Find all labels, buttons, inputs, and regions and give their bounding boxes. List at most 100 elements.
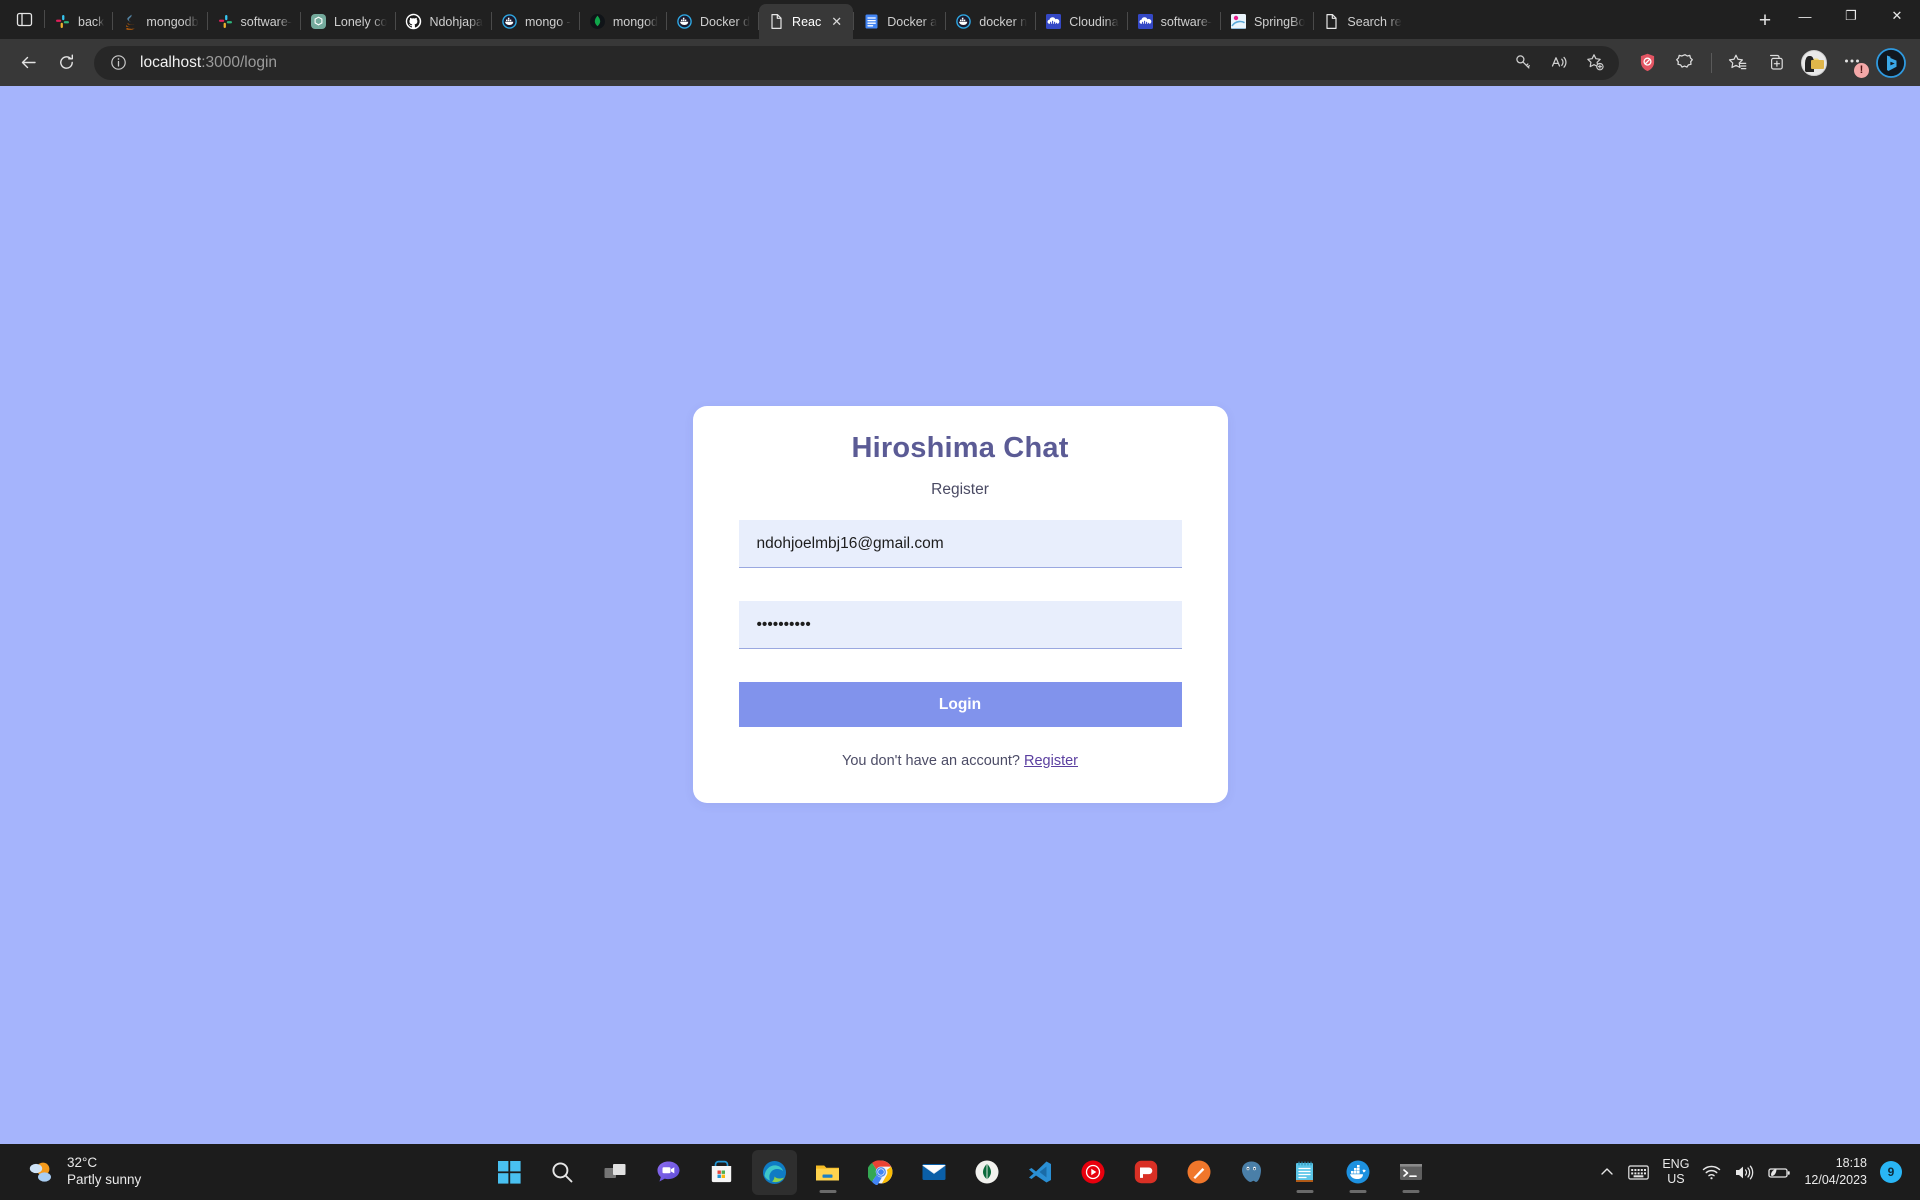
partly-sunny-icon xyxy=(29,1162,51,1182)
login-card: Hiroshima Chat Register Login You don't … xyxy=(692,406,1228,803)
collections-icon[interactable] xyxy=(1758,45,1794,81)
mongodb-compass-icon[interactable] xyxy=(964,1150,1009,1195)
docker-icon xyxy=(955,13,972,30)
shield-blocker-icon[interactable] xyxy=(1629,45,1665,81)
browser-tab[interactable]: software- xyxy=(208,4,300,39)
notification-badge[interactable]: 9 xyxy=(1880,1161,1902,1183)
file-explorer-icon[interactable] xyxy=(805,1150,850,1195)
login-button[interactable]: Login xyxy=(738,682,1182,727)
minimize-button[interactable]: — xyxy=(1782,0,1828,32)
close-window-button[interactable]: ✕ xyxy=(1874,0,1920,32)
taskbar-apps xyxy=(487,1149,1433,1195)
browser-tab[interactable]: docker n xyxy=(946,4,1035,39)
tab-title: mongodb xyxy=(146,14,199,29)
touch-keyboard-icon[interactable] xyxy=(1628,1164,1650,1181)
tab-title: Cloudina xyxy=(1069,14,1119,29)
register-prompt-text: You don't have an account? xyxy=(841,753,1025,769)
omnibox-actions xyxy=(1505,45,1613,81)
read-aloud-icon[interactable] xyxy=(1541,45,1577,81)
back-button[interactable] xyxy=(10,45,46,81)
browser-tab[interactable]: back xyxy=(45,4,112,39)
search-icon[interactable] xyxy=(540,1150,585,1195)
browser-tab[interactable]: mongod xyxy=(580,4,666,39)
browser-tab[interactable]: Search re xyxy=(1314,4,1409,39)
browser-tab[interactable]: software- xyxy=(1128,4,1220,39)
google-chrome-icon[interactable] xyxy=(858,1150,903,1195)
edge-browser-window: back mongodb software- Lonely co Ndohjapa mon… xyxy=(0,0,1920,1200)
browser-tab[interactable]: mongo - xyxy=(492,4,579,39)
postgresql-icon[interactable] xyxy=(1229,1150,1274,1195)
slack-icon xyxy=(54,13,71,30)
tab-title: Search re xyxy=(1347,14,1402,29)
start-button[interactable] xyxy=(487,1150,532,1195)
tab-actions-menu-button[interactable] xyxy=(4,0,44,39)
password-key-icon[interactable] xyxy=(1505,45,1541,81)
new-tab-button[interactable]: + xyxy=(1748,4,1782,38)
language-line1: ENG xyxy=(1662,1157,1690,1172)
mongodb-icon xyxy=(589,13,606,30)
tab-title: Ndohjapa xyxy=(429,14,483,29)
tab-title: Docker d xyxy=(700,14,751,29)
register-prompt: You don't have an account? Register xyxy=(739,753,1182,769)
volume-icon[interactable] xyxy=(1734,1164,1754,1181)
maximize-button[interactable]: ❐ xyxy=(1828,0,1874,32)
profile-avatar[interactable] xyxy=(1796,45,1832,81)
postman-icon[interactable] xyxy=(1123,1150,1168,1195)
refresh-button[interactable] xyxy=(48,45,84,81)
browser-tab[interactable]: mongodb xyxy=(113,4,206,39)
docker-desktop-icon[interactable] xyxy=(1335,1150,1380,1195)
cloudinary-icon xyxy=(1137,13,1154,30)
mail-icon[interactable] xyxy=(911,1150,956,1195)
page-viewport: Hiroshima Chat Register Login You don't … xyxy=(0,86,1920,1144)
browser-tab[interactable]: Docker d xyxy=(667,4,758,39)
edge-browser-icon[interactable] xyxy=(752,1149,797,1195)
wifi-icon[interactable] xyxy=(1702,1164,1721,1181)
browser-tab[interactable]: SpringBo xyxy=(1221,4,1313,39)
form-subtitle: Register xyxy=(931,481,989,498)
browser-tab[interactable]: Docker a xyxy=(854,4,945,39)
weather-temperature: 32°C xyxy=(67,1155,98,1171)
browser-tab[interactable]: Cloudina xyxy=(1036,4,1126,39)
tab-title: SpringBo xyxy=(1253,14,1306,29)
url-host: localhost xyxy=(140,53,202,71)
clock-date: 12/04/2023 xyxy=(1804,1173,1867,1187)
language-line2: US xyxy=(1667,1172,1685,1186)
favorites-icon[interactable] xyxy=(1720,45,1756,81)
email-field[interactable] xyxy=(738,520,1182,568)
password-field[interactable] xyxy=(738,601,1182,649)
page-icon xyxy=(768,13,785,30)
cloudinary-icon xyxy=(1045,13,1062,30)
weather-widget[interactable]: 32°C Partly sunny xyxy=(6,1155,306,1189)
browser-tab[interactable]: Lonely co xyxy=(301,4,396,39)
extensions-icon[interactable] xyxy=(1667,45,1703,81)
language-indicator[interactable]: ENG US xyxy=(1662,1157,1689,1187)
add-favorite-icon[interactable] xyxy=(1577,45,1613,81)
battery-icon[interactable] xyxy=(1767,1164,1791,1181)
vs-code-icon[interactable] xyxy=(1017,1150,1062,1195)
more-settings-icon[interactable]: ! xyxy=(1834,45,1870,81)
clock[interactable]: 18:18 12/04/2023 xyxy=(1804,1155,1867,1189)
chat-teams-icon[interactable] xyxy=(646,1150,691,1195)
tab-title: Reac xyxy=(792,14,822,29)
spring-icon xyxy=(1230,13,1247,30)
tab-title: back xyxy=(78,14,105,29)
dev-tool-icon[interactable] xyxy=(1176,1150,1221,1195)
browser-tab[interactable]: Reac ✕ xyxy=(759,4,854,39)
browser-tab[interactable]: Ndohjapa xyxy=(396,4,491,39)
terminal-icon[interactable] xyxy=(1388,1150,1433,1195)
bing-copilot-icon[interactable] xyxy=(1872,44,1910,82)
youtube-icon[interactable] xyxy=(1070,1150,1115,1195)
close-icon[interactable]: ✕ xyxy=(828,13,845,30)
avatar xyxy=(1801,49,1827,76)
docs-icon xyxy=(863,13,880,30)
address-bar[interactable]: localhost:3000/login xyxy=(94,45,1619,81)
system-tray: ENG US 18:18 12/04/2023 9 xyxy=(1599,1155,1914,1189)
window-controls: — ❐ ✕ xyxy=(1782,0,1920,32)
tab-title: Lonely co xyxy=(333,14,388,29)
notepad-icon[interactable] xyxy=(1282,1150,1327,1195)
register-link[interactable]: Register xyxy=(1024,753,1078,769)
microsoft-store-icon[interactable] xyxy=(699,1150,744,1195)
task-view-icon[interactable] xyxy=(593,1150,638,1195)
site-info-icon[interactable] xyxy=(106,51,130,75)
show-hidden-icons-button[interactable] xyxy=(1599,1164,1615,1180)
